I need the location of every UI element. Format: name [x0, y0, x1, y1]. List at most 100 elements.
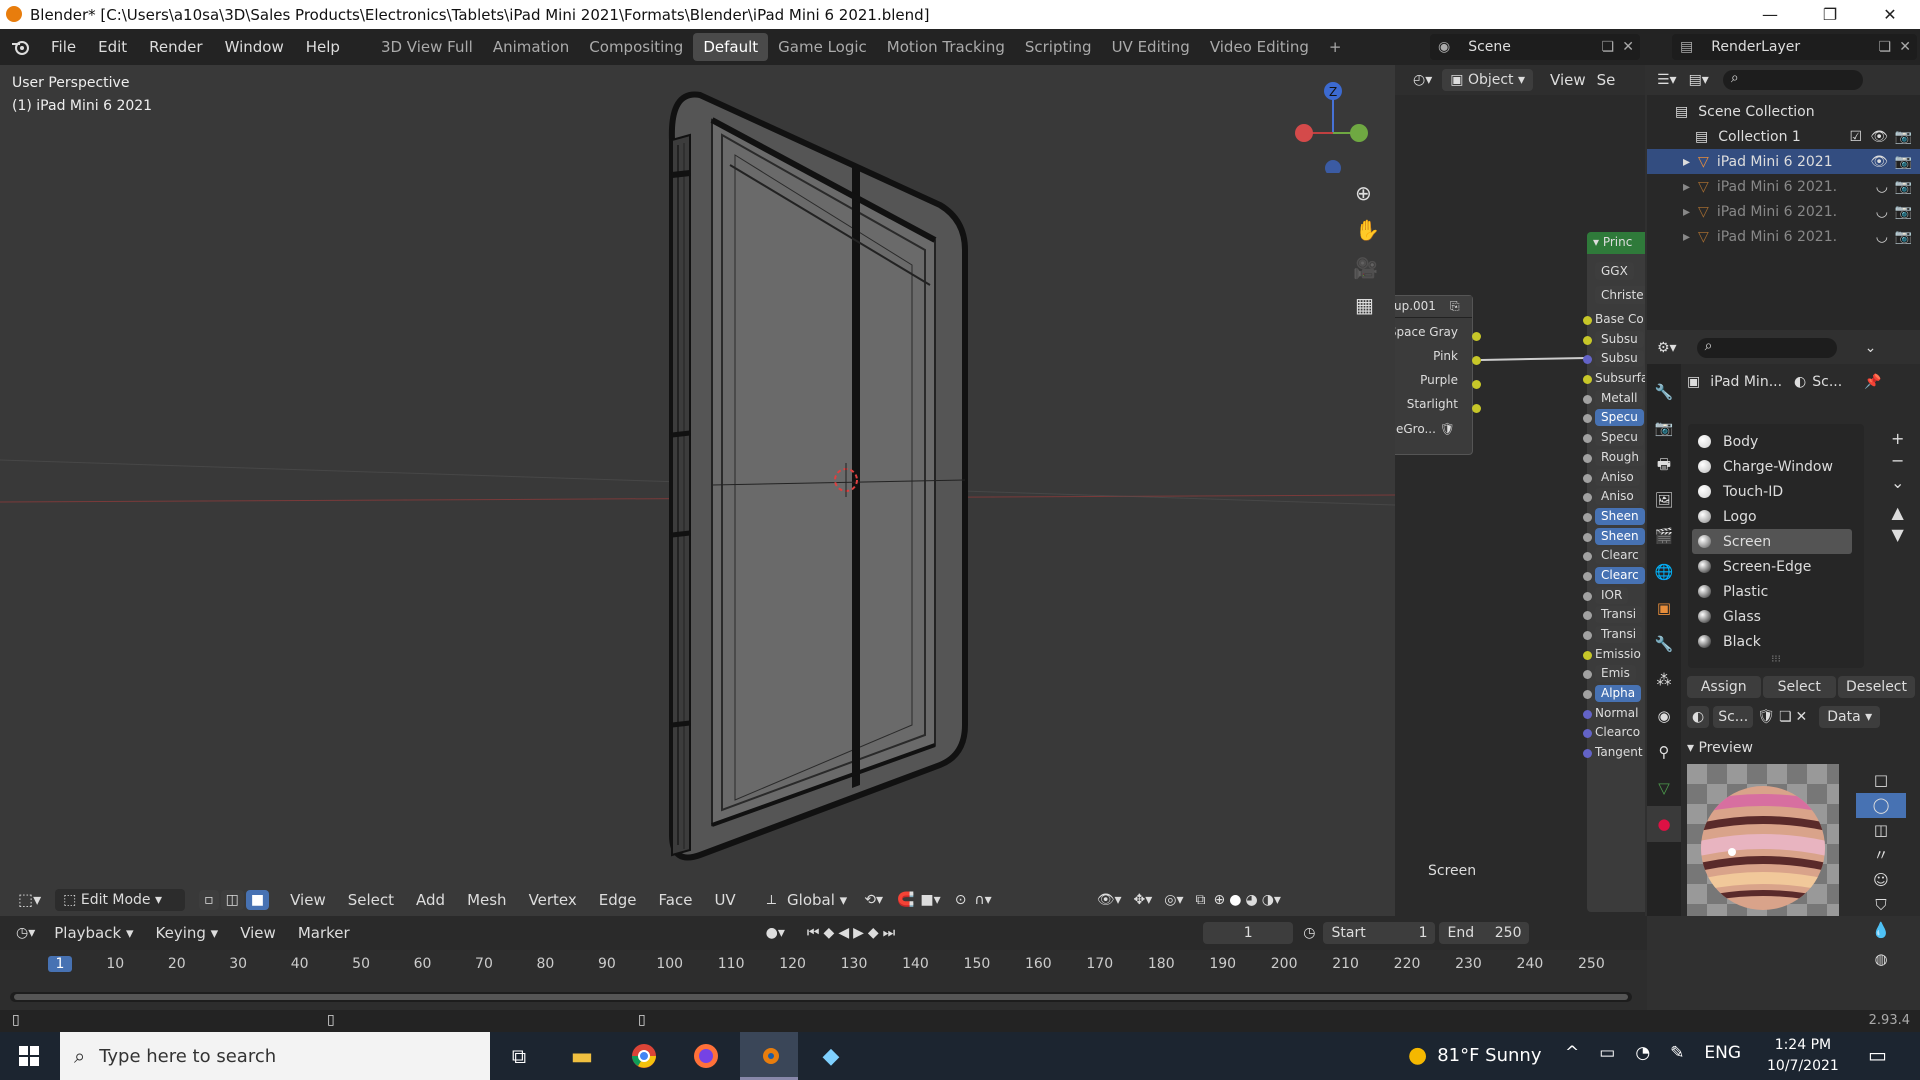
collection-row[interactable]: ▤ Collection 1 ☑ 👁 📷	[1647, 124, 1920, 149]
add-workspace-button[interactable]: +	[1319, 33, 1352, 61]
eye-closed-icon[interactable]: ◡	[1876, 229, 1888, 245]
outliner-item-active[interactable]: ▸ ▽ iPad Mini 6 2021 👁 📷	[1647, 149, 1920, 174]
data-tab-icon[interactable]: ▽	[1647, 770, 1681, 806]
material-slot[interactable]: Black	[1688, 629, 1864, 654]
play-icon[interactable]: ▶	[853, 925, 868, 941]
subsurface-method-selector[interactable]: Christe	[1595, 286, 1645, 304]
outliner-type-icon[interactable]: ☰▾	[1657, 72, 1677, 88]
input-socket[interactable]	[1583, 453, 1592, 463]
browse-material-icon[interactable]: ◐	[1687, 706, 1710, 728]
proportional-edit-icon[interactable]: ⊙	[955, 892, 967, 908]
wifi-icon[interactable]: ◔	[1635, 1043, 1650, 1063]
checkbox-icon[interactable]: ☑	[1849, 129, 1862, 145]
preview-fluid-icon[interactable]: 💧	[1856, 918, 1906, 943]
input-socket[interactable]	[1583, 473, 1592, 483]
input-socket[interactable]	[1583, 375, 1592, 385]
menu-file[interactable]: File	[40, 38, 87, 56]
current-frame-marker[interactable]: 1	[48, 956, 72, 972]
input-socket[interactable]	[1583, 552, 1592, 562]
distribution-selector[interactable]: GGX	[1595, 262, 1634, 280]
timeline-menu-marker[interactable]: Marker	[287, 924, 361, 942]
shader-node-editor[interactable]: ◴▾ ▣ Object ▾ View Se up.001 ⎘ Space Gray…	[1395, 65, 1645, 916]
properties-editor[interactable]: ⚙▾ ⌕ ⌄ 🔧 📷 🖶 🖼 🎬 🌐 ▣ 🔧 ⁂ ◉ ⚲ ▽ ● ▣ iPad …	[1647, 332, 1920, 968]
outliner-search-input[interactable]: ⌕	[1722, 70, 1863, 90]
maximize-button[interactable]: ❐	[1800, 0, 1860, 29]
properties-type-icon[interactable]: ⚙▾	[1657, 340, 1677, 356]
outliner-item[interactable]: ▸ ▽ iPad Mini 6 2021. ◡ 📷	[1647, 224, 1920, 249]
vp-menu-view[interactable]: View	[279, 891, 337, 909]
pen-icon[interactable]: ✎	[1670, 1043, 1684, 1063]
principled-input-row[interactable]: Aniso	[1583, 487, 1645, 507]
preview-hair-icon[interactable]: 〃	[1856, 843, 1906, 868]
principled-input-row[interactable]: Specu	[1583, 408, 1645, 428]
principled-input-row[interactable]: Sheen	[1583, 527, 1645, 547]
principled-input-row[interactable]: Tangent	[1583, 743, 1645, 763]
blender-taskbar-icon[interactable]	[740, 1032, 798, 1080]
material-slot[interactable]: Charge-Window	[1688, 454, 1864, 479]
pan-hand-icon[interactable]: ✋	[1355, 218, 1380, 242]
mode-selector[interactable]: ⬚ Edit Mode ▾	[55, 888, 186, 911]
timeline-type-icon[interactable]: ◷▾	[16, 925, 35, 941]
rendered-shading-icon[interactable]: ◑▾	[1262, 892, 1281, 908]
expand-arrow-icon[interactable]: ▸	[1683, 229, 1690, 245]
physics-tab-icon[interactable]: ◉	[1647, 698, 1681, 734]
vp-menu-face[interactable]: Face	[648, 891, 704, 909]
eye-closed-icon[interactable]: ◡	[1876, 204, 1888, 220]
unlink-material-icon[interactable]: ✕	[1796, 709, 1808, 725]
object-tab-icon[interactable]: ▣	[1647, 590, 1681, 626]
pin-icon[interactable]: 📌	[1864, 374, 1881, 390]
record-icon[interactable]: ●▾	[766, 925, 785, 941]
principled-input-row[interactable]: Specu	[1583, 428, 1645, 448]
weather-widget[interactable]: ● 81°F Sunny	[1408, 1043, 1542, 1068]
gizmo-toggle-icon[interactable]: ✥▾	[1134, 892, 1153, 908]
tab-default[interactable]: Default	[693, 33, 769, 61]
world-tab-icon[interactable]: 🌐	[1647, 554, 1681, 590]
tab-compositing[interactable]: Compositing	[579, 33, 693, 61]
solid-shading-icon[interactable]: ●	[1229, 892, 1241, 908]
preview-cloth-icon[interactable]: ⛉	[1856, 893, 1906, 918]
vertex-select-icon[interactable]: ▫	[199, 889, 219, 910]
deselect-button[interactable]: Deselect	[1838, 676, 1915, 698]
principled-input-row[interactable]: Alpha	[1583, 684, 1645, 704]
display-mode-icon[interactable]: ▤▾	[1689, 72, 1709, 88]
menu-render[interactable]: Render	[138, 38, 213, 56]
new-scene-icon[interactable]: ❏	[1601, 39, 1614, 55]
principled-input-row[interactable]: IOR	[1583, 586, 1645, 606]
eye-icon[interactable]: 👁	[1870, 129, 1888, 145]
windows-start-icon[interactable]	[0, 1032, 58, 1080]
input-socket[interactable]	[1583, 709, 1592, 719]
principled-input-row[interactable]: Clearc	[1583, 546, 1645, 566]
snap-icon[interactable]: 🧲	[897, 892, 914, 908]
eye-closed-icon[interactable]: ◡	[1876, 179, 1888, 195]
input-socket[interactable]	[1583, 591, 1592, 601]
preview-cube-icon[interactable]: ◫	[1856, 818, 1906, 843]
close-button[interactable]: ✕	[1860, 0, 1920, 29]
timeline-menu-keying[interactable]: Keying ▾	[145, 924, 230, 942]
face-select-icon[interactable]: ■	[245, 889, 270, 910]
material-slot[interactable]: Screen-Edge	[1688, 554, 1864, 579]
input-socket[interactable]	[1583, 532, 1592, 542]
language-indicator[interactable]: ENG	[1704, 1043, 1741, 1063]
new-layer-icon[interactable]: ❏	[1878, 39, 1891, 55]
material-slot[interactable]: Body	[1688, 429, 1864, 454]
principled-input-row[interactable]: Transi	[1583, 605, 1645, 625]
expand-arrow-icon[interactable]: ▸	[1683, 204, 1690, 220]
chrome-icon[interactable]	[615, 1032, 673, 1080]
pivot-icon[interactable]: ⟲▾	[864, 892, 883, 908]
material-tab-icon[interactable]: ●	[1647, 806, 1681, 842]
snap-target-icon[interactable]: ■▾	[920, 892, 940, 908]
camera-render-icon[interactable]: 📷	[1895, 229, 1912, 245]
add-slot-button[interactable]: +	[1891, 428, 1904, 450]
input-socket[interactable]	[1583, 670, 1592, 680]
edge-select-icon[interactable]: ◫	[220, 889, 244, 910]
menu-help[interactable]: Help	[295, 38, 351, 56]
eye-icon[interactable]: 👁	[1870, 154, 1888, 170]
tab-game-logic[interactable]: Game Logic	[768, 33, 877, 61]
tool-tab-icon[interactable]: 🔧	[1647, 374, 1681, 410]
constraints-tab-icon[interactable]: ⚲	[1647, 734, 1681, 770]
render-tab-icon[interactable]: 📷	[1647, 410, 1681, 446]
input-socket[interactable]	[1583, 690, 1592, 700]
input-socket[interactable]	[1583, 571, 1592, 581]
jump-start-icon[interactable]: ⏮	[807, 925, 824, 941]
navigation-gizmo[interactable]: Z	[1285, 73, 1375, 173]
